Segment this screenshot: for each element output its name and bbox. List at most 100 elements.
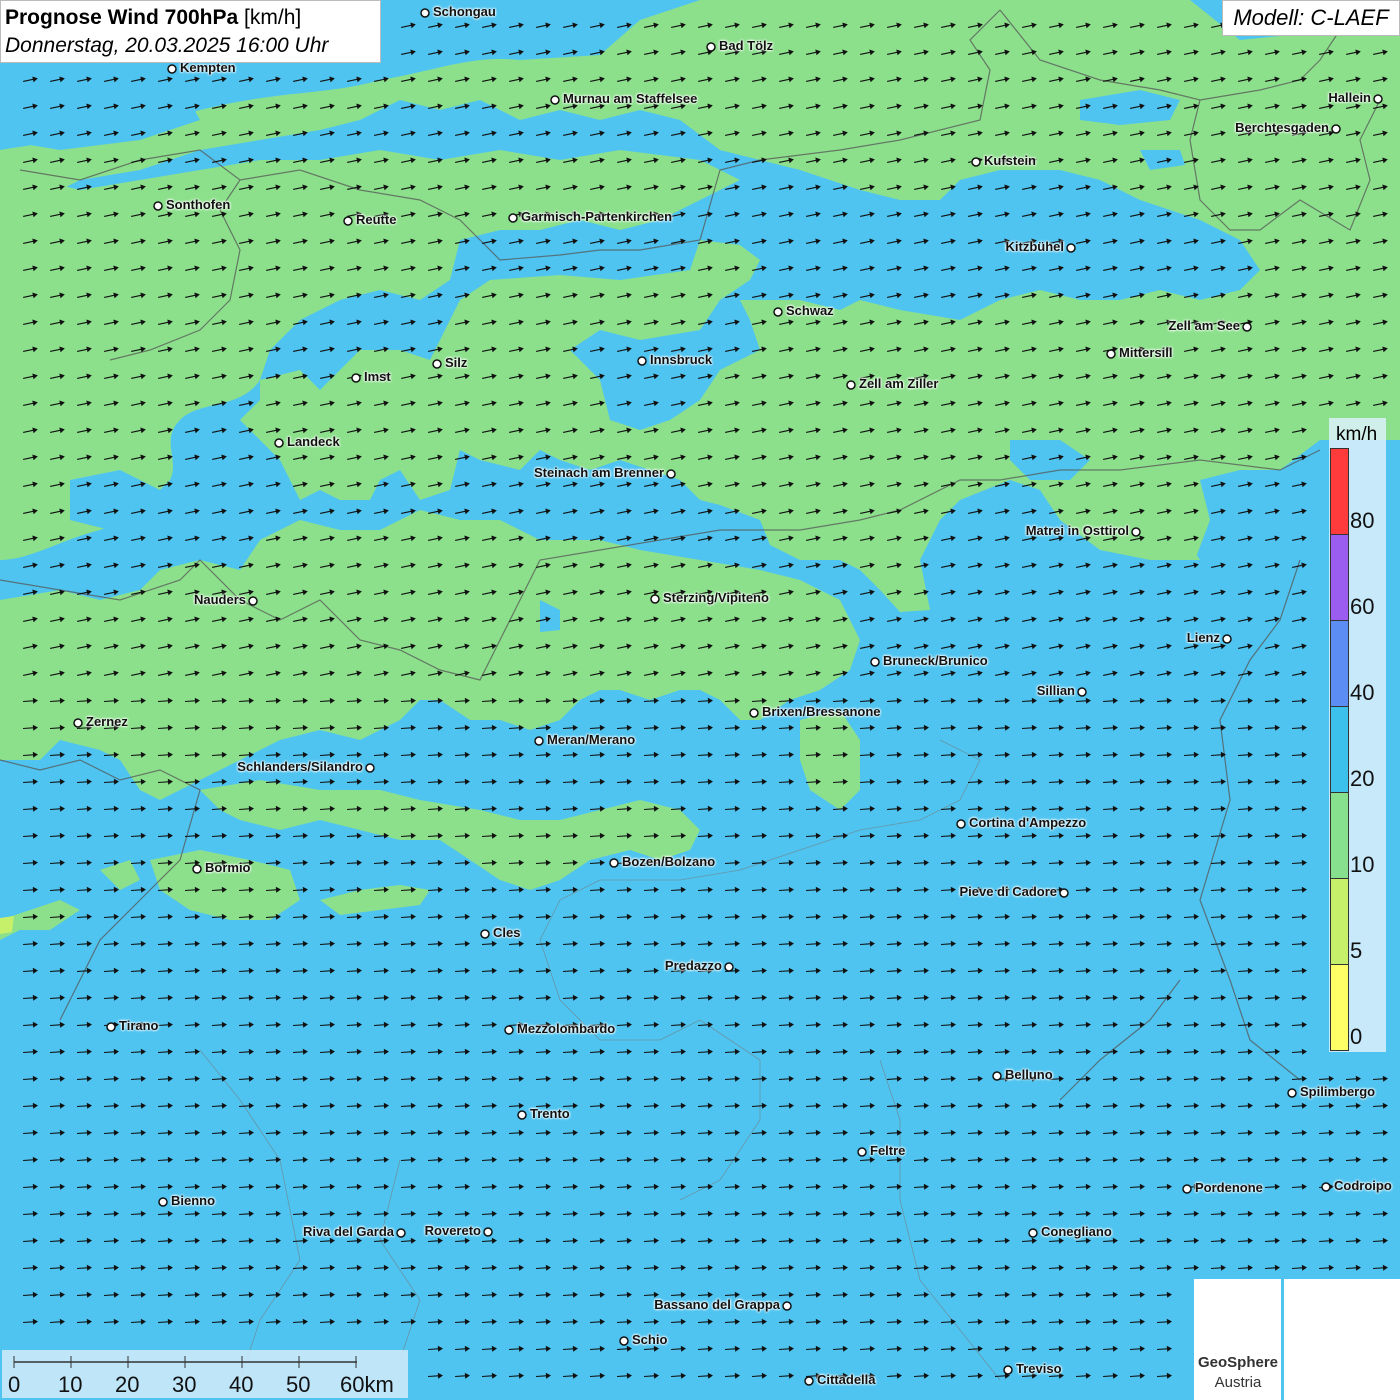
city-label: Schio [632, 1332, 668, 1347]
city-marker [1003, 1365, 1013, 1375]
city-marker [666, 469, 676, 479]
city-marker [1059, 888, 1069, 898]
city-marker [782, 1301, 792, 1311]
logo-name: GeoSphere [1197, 1354, 1279, 1371]
city-marker [971, 157, 981, 167]
map-title: Prognose Wind 700hPa [km/h] [5, 6, 302, 29]
city-label: Pieve di Cadore [959, 884, 1057, 899]
city-label: Rovereto [424, 1223, 481, 1238]
city-marker [1066, 243, 1076, 253]
title-box: Prognose Wind 700hPa [km/h] Donnerstag, … [0, 0, 381, 63]
city-marker [167, 64, 177, 74]
legend-tick: 0 [1350, 1024, 1363, 1049]
city-label: Lienz [1186, 630, 1220, 645]
legend-color-20-40 [1330, 706, 1349, 793]
city-marker [432, 359, 442, 369]
city-label: Brixen/Bressanone [762, 704, 881, 719]
city-marker [857, 1147, 867, 1157]
city-label: Landeck [287, 434, 340, 449]
city-label: Berchtesgaden [1235, 120, 1329, 135]
city-label: Kufstein [984, 153, 1036, 168]
city-marker [1077, 687, 1087, 697]
city-label: Trento [530, 1106, 570, 1121]
city-marker [480, 929, 490, 939]
city-marker [1222, 634, 1232, 644]
city-label: Schwaz [786, 303, 834, 318]
city-label: Belluno [1005, 1067, 1053, 1082]
city-label: Spilimbergo [1300, 1084, 1376, 1099]
legend-tick: 10 [1350, 852, 1375, 877]
scale-tick: 20 [115, 1372, 140, 1397]
city-label: Kempten [180, 60, 236, 75]
scale-tick: 10 [58, 1372, 83, 1397]
legend-color-10-20 [1330, 792, 1349, 879]
city-marker [724, 962, 734, 972]
city-marker [365, 763, 375, 773]
city-label: Sonthofen [166, 197, 231, 212]
city-marker [517, 1110, 527, 1120]
city-marker [1106, 349, 1116, 359]
city-marker [1242, 322, 1252, 332]
city-label: Innsbruck [650, 352, 713, 367]
city-marker [1321, 1182, 1331, 1192]
city-label: Riva del Garda [302, 1224, 394, 1239]
city-marker [420, 8, 430, 18]
model-label: Modell: C-LAEF [1222, 0, 1400, 36]
city-label: Cortina d'Ampezzo [969, 815, 1087, 830]
city-marker [773, 307, 783, 317]
wind-field-5-10 [0, 916, 14, 934]
legend-tick: 60 [1350, 594, 1375, 619]
legend-color-60-80 [1330, 534, 1349, 621]
city-marker [508, 213, 518, 223]
city-label: Zell am Ziller [859, 376, 939, 391]
city-marker [706, 42, 716, 52]
city-marker [73, 718, 83, 728]
city-marker [396, 1228, 406, 1238]
city-label: Conegliano [1041, 1224, 1112, 1239]
app-logo[interactable] [1284, 1279, 1400, 1400]
city-label: Matrei in Osttirol [1025, 523, 1129, 538]
city-marker [248, 596, 258, 606]
city-marker [504, 1025, 514, 1035]
city-marker [483, 1227, 493, 1237]
city-marker [609, 858, 619, 868]
city-marker [1373, 94, 1383, 104]
city-label: Schongau [433, 4, 496, 19]
city-label: Nauders [193, 592, 246, 607]
city-marker [274, 438, 284, 448]
city-label: Bozen/Bolzano [622, 854, 716, 869]
legend-color-0-5 [1330, 964, 1349, 1051]
city-marker [1331, 124, 1341, 134]
legend-color-5-10 [1330, 878, 1349, 965]
city-label: Silz [445, 355, 468, 370]
legend-tick: 40 [1350, 680, 1375, 705]
city-marker [992, 1071, 1002, 1081]
city-marker [1131, 527, 1141, 537]
scale-tick: 30 [172, 1372, 197, 1397]
legend-unit: km/h [1336, 424, 1378, 445]
city-marker [534, 736, 544, 746]
city-marker [846, 380, 856, 390]
city-label: Zernez [86, 714, 128, 729]
city-marker [619, 1336, 629, 1346]
city-marker [749, 708, 759, 718]
city-label: Mittersill [1119, 345, 1173, 360]
city-label: Bormio [205, 860, 251, 875]
city-marker [192, 864, 202, 874]
city-label: Bad Tölz [719, 38, 774, 53]
city-label: Treviso [1016, 1361, 1062, 1376]
city-marker [1287, 1088, 1297, 1098]
city-label: Sterzing/Vipiteno [663, 590, 769, 605]
city-marker [550, 95, 560, 105]
scale-tick: 60km [340, 1372, 394, 1397]
city-marker [1182, 1184, 1192, 1194]
city-label: Imst [364, 369, 391, 384]
logo-subtitle: Austria [1214, 1374, 1262, 1391]
legend-tick: 80 [1350, 508, 1375, 533]
city-marker [351, 373, 361, 383]
city-label: Pordenone [1195, 1180, 1263, 1195]
city-label: Tirano [119, 1018, 159, 1033]
scale-tick: 40 [229, 1372, 254, 1397]
city-marker [106, 1022, 116, 1032]
city-marker [650, 594, 660, 604]
